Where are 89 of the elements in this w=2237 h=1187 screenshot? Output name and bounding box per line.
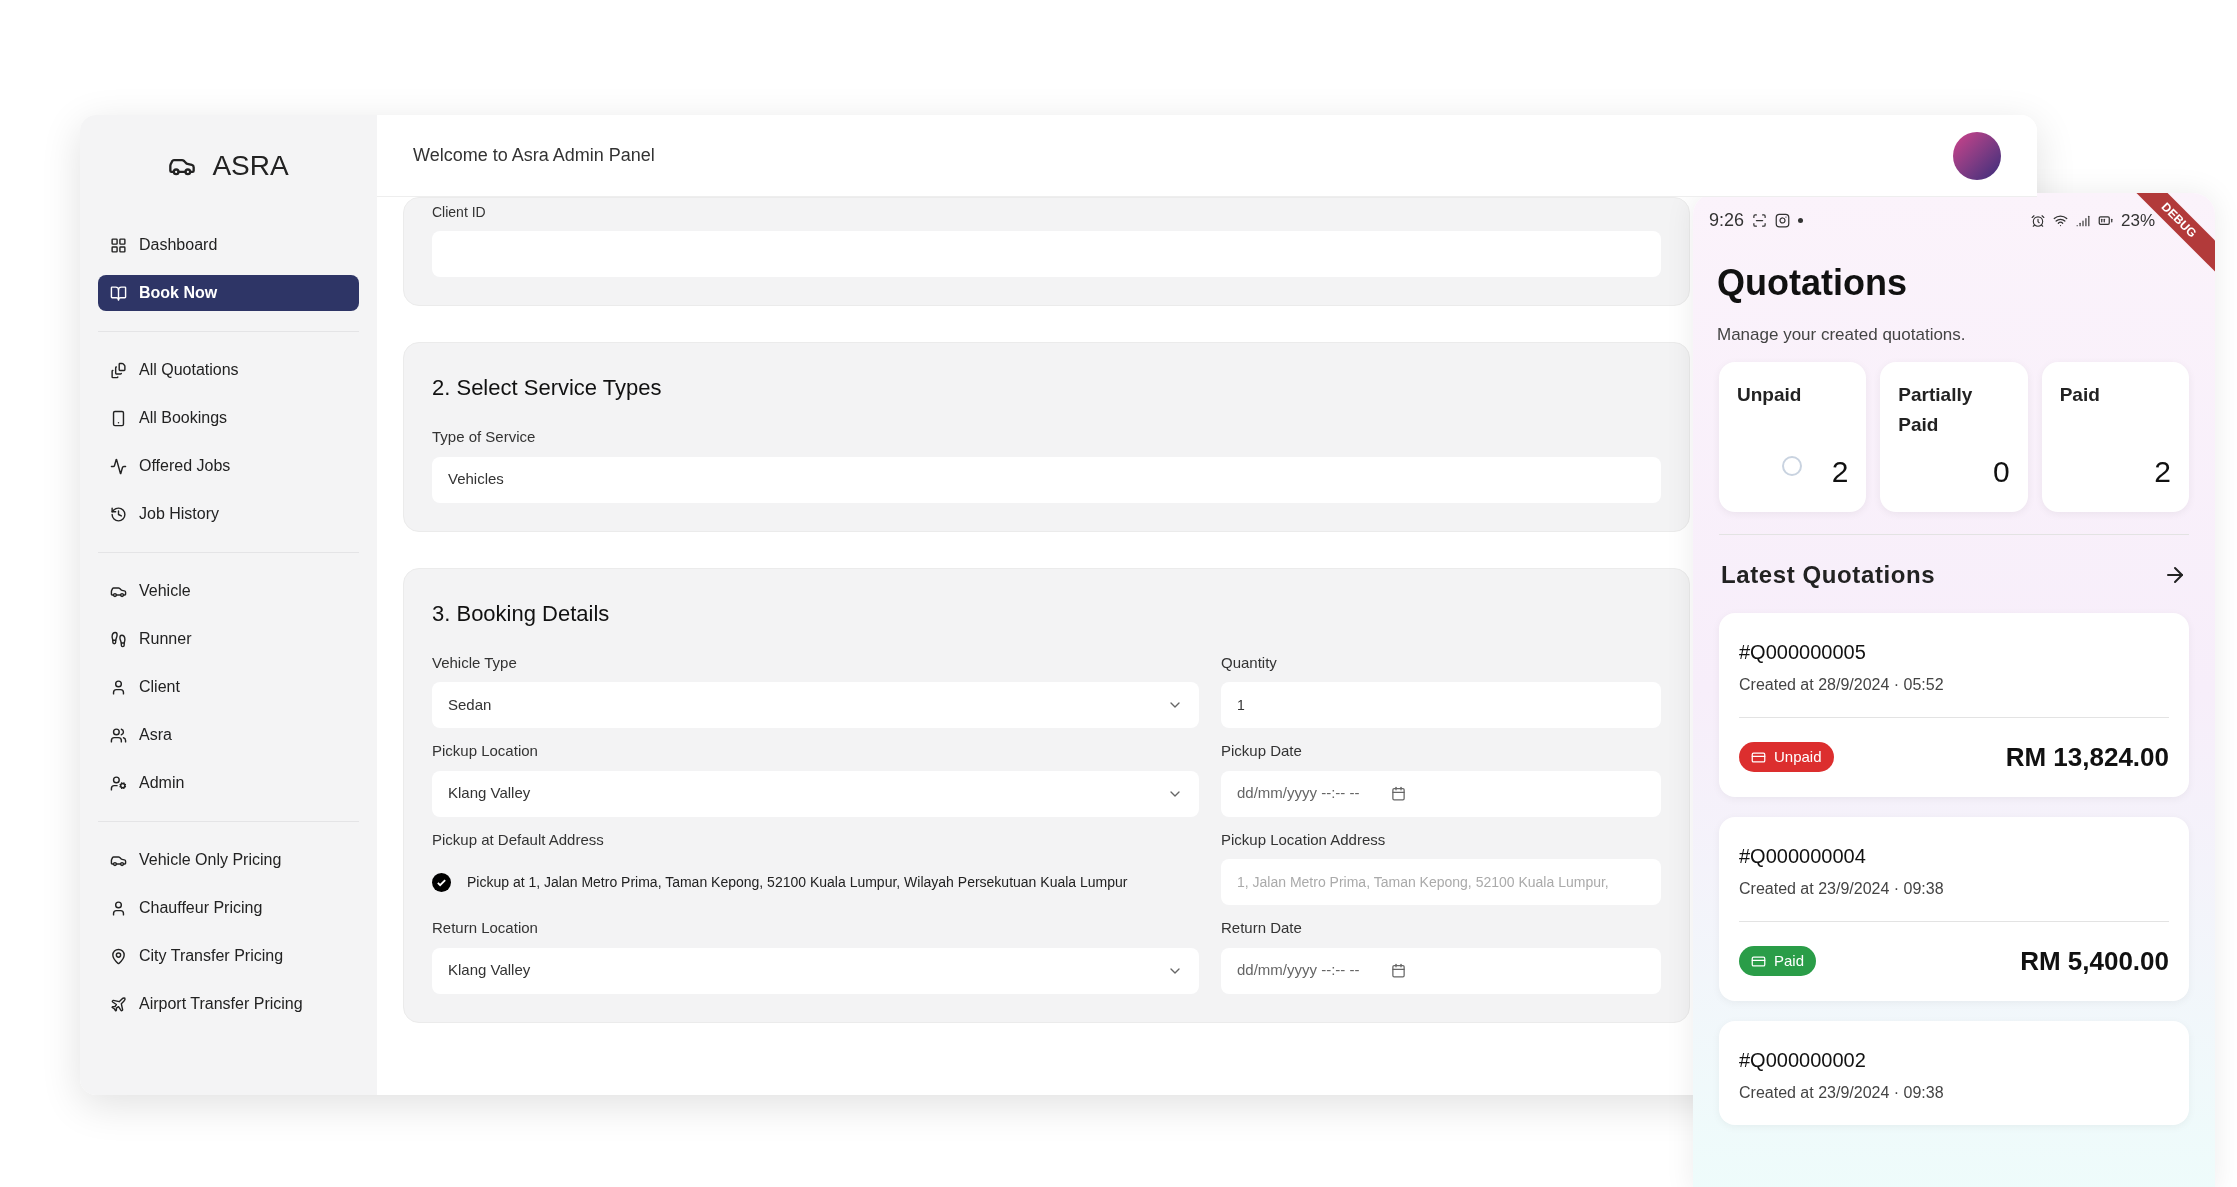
quotation-id: #Q000000005 [1739,639,1867,665]
sidebar-item[interactable]: Dashboard [98,227,359,263]
sidebar-item[interactable]: Airport Transfer Pricing [98,986,359,1022]
field-label: Quantity [1221,652,1278,673]
sidebar-item[interactable]: Vehicle Only Pricing [98,842,359,878]
sidebar-item[interactable]: Asra [98,717,359,753]
scan-icon [1752,213,1768,228]
user-icon [110,899,127,917]
stat-value: 2 [2154,453,2171,490]
card-icon [1751,953,1766,969]
sidebar-item[interactable]: All Quotations [98,352,359,388]
field-label: Client ID [432,203,487,222]
quotation-amount: RM 13,824.00 [2005,740,2169,774]
users-icon [110,726,127,744]
wifi-icon [2052,213,2068,228]
quotation-amount: RM 5,400.00 [2020,944,2169,978]
quotation-id: #Q000000004 [1739,843,1867,869]
sidebar-item[interactable]: Client [98,669,359,705]
created-date: Created at 23/9/2024 · 09:38 [1739,1082,1945,1103]
battery-level: 23% [2120,209,2155,232]
alarm-icon [2030,213,2045,228]
sidebar-item[interactable]: Job History [98,496,359,532]
card-icon [1751,749,1766,765]
phone-icon [110,409,127,427]
documents-icon [110,361,127,379]
header-title: Welcome to Asra Admin Panel [413,144,655,167]
field-label: Pickup Location Address [1221,829,1387,850]
field-label: Pickup Date [1221,741,1303,761]
plane-icon [110,995,127,1013]
sidebar-item[interactable]: Vehicle [98,573,359,609]
page-title: Quotations [1717,261,1908,305]
checkbox-label: Pickup at 1, Jalan Metro Prima, Taman Kepong, 52100 Kuala Lumpur, Wilayah Persekutuan Kuala Lumpur [467,874,1128,890]
section-title: 3. Booking Details [432,599,611,628]
sidebar-item[interactable]: Runner [98,621,359,657]
quotation-card[interactable]: #Q000000002 Created at 23/9/2024 · 09:38 [1719,1020,2189,1125]
field-label: Return Location [432,918,539,938]
history-icon [110,505,127,523]
quotation-card[interactable]: #Q000000005 Created at 28/9/2024 · 05:52 Unpaid RM 13,824.00 [1719,612,2189,797]
field-label: Pickup at Default Address [432,829,605,850]
page-subtitle: Manage your created quotations. [1717,324,1967,346]
signal-icon [2075,213,2090,228]
field-label: Type of Service [432,427,537,447]
input-field[interactable]: Vehicles [432,456,1661,503]
sidebar-item[interactable]: Chauffeur Pricing [98,890,359,926]
user-gear-icon [110,774,127,792]
stat-value: 0 [1992,453,2010,490]
input-field[interactable]: 1 [1221,682,1661,728]
instagram-icon [1775,213,1791,228]
sidebar-item[interactable]: All Bookings [98,400,359,436]
stat-card[interactable]: Unpaid 2 [1719,361,1867,512]
status-badge: Unpaid [1739,741,1834,773]
quotation-card[interactable]: #Q000000004 Created at 23/9/2024 · 09:38 Paid RM 5,400.00 [1719,816,2189,1001]
sidebar-item[interactable]: Admin [98,765,359,801]
sidebar-item[interactable]: Book Now [98,275,359,311]
book-icon [110,284,127,302]
select-field[interactable]: Klang Valley [432,770,1199,817]
grid-icon [110,236,127,254]
sidebar-item[interactable]: City Transfer Pricing [98,938,359,974]
section-title: 2. Select Service Types [432,374,663,402]
select-field[interactable]: Klang Valley [432,947,1199,994]
calendar-icon [1391,786,1407,801]
field-label: Vehicle Type [432,652,518,673]
brand-name: ASRA [212,149,289,183]
created-date: Created at 23/9/2024 · 09:38 [1739,878,1945,899]
status-time: 9:26 [1709,209,1745,232]
select-field[interactable]: Sedan [432,682,1199,728]
stat-label: Unpaid [1737,382,1803,407]
stat-card[interactable]: Paid 2 [2041,361,2189,512]
stat-value: 2 [1831,453,1849,490]
avatar[interactable] [1953,131,2001,180]
calendar-icon [1391,963,1407,978]
checkbox[interactable] [432,872,451,892]
section-title: Latest Quotations [1721,559,1936,590]
date-field[interactable]: dd/mm/yyyy --:-- -- [1221,947,1661,994]
map-pin-icon [110,947,127,965]
stat-label: Paid [2059,382,2101,407]
pulse-icon [110,457,127,475]
quotation-id: #Q000000002 [1739,1047,1867,1073]
stat-label: Partially Paid [1898,382,1974,437]
user-icon [110,678,127,696]
date-field[interactable]: dd/mm/yyyy --:-- -- [1221,770,1661,817]
sidebar-item[interactable]: Offered Jobs [98,448,359,484]
footprints-icon [110,630,127,648]
field-label: Return Date [1221,918,1303,938]
status-badge: Paid [1739,945,1817,977]
field-label: Pickup Location [432,741,539,761]
created-date: Created at 28/9/2024 · 05:52 [1739,674,1945,695]
battery-icon [2097,213,2113,228]
stat-card[interactable]: Partially Paid 0 [1880,361,2028,512]
